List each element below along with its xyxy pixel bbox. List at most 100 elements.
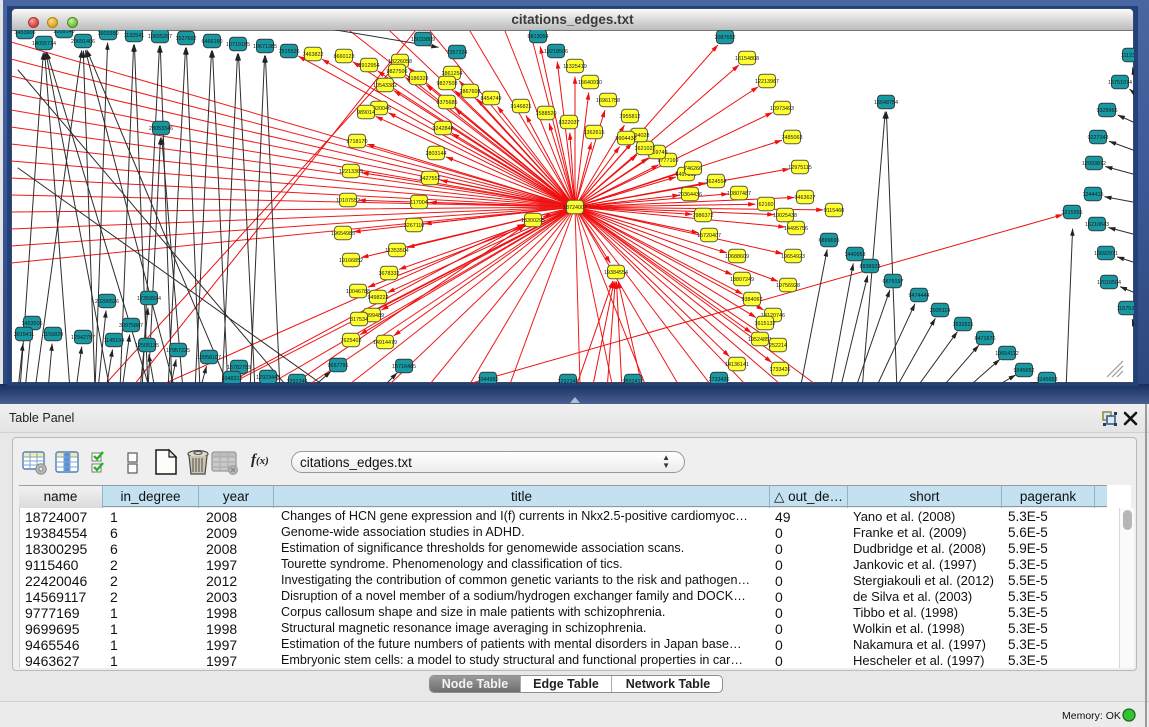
svg-text:746266: 746266 [684, 166, 702, 172]
svg-text:10107552: 10107552 [336, 198, 360, 204]
svg-text:10025438: 10025438 [773, 213, 797, 219]
svg-text:20206526: 20206526 [95, 299, 119, 305]
svg-text:19166852: 19166852 [339, 258, 363, 264]
svg-text:9827506: 9827506 [387, 69, 408, 75]
svg-text:8938923: 8938923 [860, 264, 881, 270]
svg-text:7955812: 7955812 [620, 114, 641, 120]
svg-text:3624554: 3624554 [706, 179, 727, 185]
svg-text:14914479: 14914479 [373, 340, 397, 346]
svg-text:9657791: 9657791 [328, 363, 349, 369]
svg-text:1603380: 1603380 [98, 31, 119, 37]
svg-text:8912954: 8912954 [359, 63, 380, 69]
svg-text:1112350: 1112350 [1121, 53, 1134, 59]
svg-text:16782759: 16782759 [227, 365, 251, 371]
svg-text:9227343: 9227343 [1088, 135, 1109, 141]
svg-text:1453906: 1453906 [15, 30, 36, 36]
svg-text:10958107: 10958107 [197, 355, 221, 361]
svg-text:989014: 989014 [357, 110, 375, 116]
svg-text:3678332: 3678332 [379, 271, 400, 277]
svg-text:28053346: 28053346 [149, 126, 173, 132]
svg-text:7463822: 7463822 [303, 52, 324, 58]
svg-text:1132541: 1132541 [124, 33, 145, 39]
svg-text:19384554: 19384554 [604, 270, 628, 276]
svg-text:8471676: 8471676 [975, 336, 996, 342]
svg-text:9384067: 9384067 [742, 297, 763, 303]
svg-text:10655267: 10655267 [148, 34, 172, 40]
svg-text:2867608: 2867608 [460, 89, 481, 95]
svg-text:14495756: 14495756 [784, 226, 808, 232]
svg-text:9502417: 9502417 [623, 379, 644, 383]
svg-text:9245652: 9245652 [1014, 368, 1035, 374]
svg-text:14136141: 14136141 [725, 362, 749, 368]
svg-text:2935114: 2935114 [930, 308, 951, 314]
svg-text:19756928: 19756928 [776, 283, 800, 289]
svg-text:1044955: 1044955 [478, 377, 499, 383]
svg-text:6466160: 6466160 [202, 39, 223, 45]
svg-text:9498222: 9498222 [368, 295, 389, 301]
svg-text:9904438: 9904438 [616, 136, 637, 142]
svg-text:9827508: 9827508 [437, 81, 458, 87]
svg-text:1292344: 1292344 [287, 379, 308, 383]
svg-text:9329966: 9329966 [1097, 108, 1118, 114]
svg-text:10807487: 10807487 [727, 191, 751, 197]
svg-text:11353504: 11353504 [385, 248, 409, 254]
svg-text:19654985: 19654985 [331, 231, 355, 237]
svg-text:17359924: 17359924 [137, 296, 161, 302]
svg-text:1167534: 1167534 [1117, 306, 1134, 312]
svg-text:17957225: 17957225 [166, 348, 190, 354]
svg-text:10973493: 10973493 [770, 106, 794, 112]
svg-text:317534: 317534 [350, 317, 368, 323]
svg-text:19654923: 19654923 [781, 254, 805, 260]
svg-text:30975867: 30975867 [119, 323, 143, 329]
svg-text:1733426: 1733426 [770, 367, 791, 373]
svg-text:12093872: 12093872 [1082, 161, 1106, 167]
svg-text:8454749: 8454749 [481, 96, 502, 102]
svg-text:7515526: 7515526 [279, 49, 300, 55]
svg-text:10688609: 10688609 [725, 254, 749, 260]
svg-text:1292345: 1292345 [558, 379, 579, 383]
svg-text:16154808: 16154808 [735, 56, 759, 62]
svg-text:20364436: 20364436 [678, 192, 702, 198]
svg-text:14055714: 14055714 [32, 41, 56, 47]
svg-text:12213967: 12213967 [755, 79, 779, 85]
svg-text:7986372: 7986372 [693, 213, 714, 219]
svg-text:10654112: 10654112 [995, 351, 1019, 357]
svg-text:9242848: 9242848 [433, 126, 454, 132]
svg-text:12923448: 12923448 [256, 375, 280, 381]
svg-text:1440953: 1440953 [845, 252, 866, 258]
svg-text:7632621: 7632621 [953, 322, 974, 328]
svg-text:15716485: 15716485 [392, 364, 416, 370]
svg-text:2009140: 2009140 [54, 30, 75, 35]
svg-text:9245653: 9245653 [1037, 377, 1058, 383]
svg-text:1615132: 1615132 [755, 321, 776, 327]
svg-text:20691406: 20691406 [71, 39, 95, 45]
svg-text:18724007: 18724007 [563, 205, 587, 211]
svg-text:7625402: 7625402 [341, 338, 362, 344]
svg-text:2718170: 2718170 [347, 139, 368, 145]
svg-text:9474444: 9474444 [909, 293, 930, 299]
svg-text:117004: 117004 [410, 200, 428, 206]
svg-text:15692971: 15692971 [1094, 251, 1118, 257]
svg-text:1362615: 1362615 [584, 130, 605, 136]
svg-text:8813054: 8813054 [528, 34, 549, 40]
svg-text:12505135: 12505135 [135, 343, 159, 349]
svg-text:62160: 62160 [759, 202, 774, 208]
svg-text:7357224: 7357224 [447, 50, 468, 56]
svg-text:3215955: 3215955 [1062, 210, 1083, 216]
svg-text:9115460: 9115460 [824, 208, 845, 214]
svg-text:1453506: 1453506 [22, 321, 43, 327]
svg-text:11325419: 11325419 [563, 64, 587, 70]
svg-text:9463627: 9463627 [795, 195, 816, 201]
svg-text:10046788: 10046788 [346, 289, 370, 295]
svg-text:252214: 252214 [769, 343, 787, 349]
svg-text:1588520: 1588520 [536, 111, 557, 117]
svg-text:8322037: 8322037 [559, 120, 580, 126]
svg-text:12942757: 12942757 [71, 335, 95, 341]
svg-text:8186328: 8186328 [408, 76, 429, 82]
svg-text:1145194: 1145194 [104, 338, 125, 344]
svg-text:12975115: 12975115 [788, 165, 812, 171]
svg-text:15640910: 15640910 [578, 80, 602, 86]
svg-text:2803144: 2803144 [426, 151, 447, 157]
svg-text:8660123: 8660123 [334, 54, 355, 60]
svg-text:16033809: 16033809 [411, 37, 435, 43]
